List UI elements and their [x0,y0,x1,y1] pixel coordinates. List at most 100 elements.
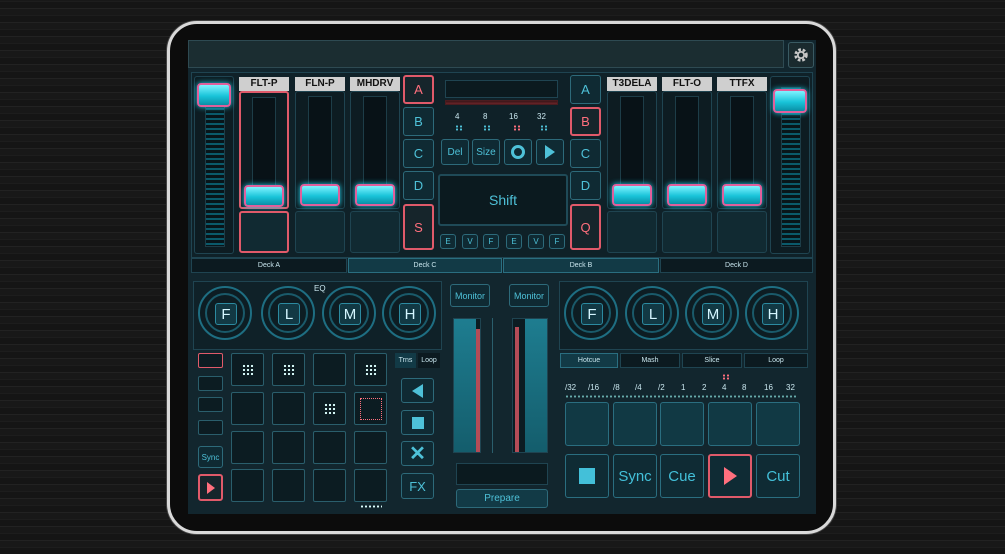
hotcue-pad-3[interactable] [660,402,704,446]
efv-button-1[interactable]: E [440,234,456,249]
prepare-button[interactable]: Prepare [456,489,548,508]
close-button[interactable]: ✕ [401,441,434,466]
beat-div-7[interactable]: 2 [702,383,706,392]
efv-button-3[interactable]: F [483,234,499,249]
sync-button[interactable]: Sync [613,454,657,498]
fx-fader-1[interactable] [239,91,289,209]
tab-deck-d[interactable]: Deck D [660,258,813,273]
pad-r1-c3[interactable] [313,353,346,386]
deck-left-d-button[interactable]: D [403,171,434,200]
fx-fader-5[interactable] [662,91,712,209]
small-pad-2[interactable] [198,376,223,391]
fx-button-4[interactable] [607,211,657,253]
pad-r1-c1[interactable] [231,353,264,386]
fx-button-1[interactable] [239,211,289,253]
fx-fader-2[interactable] [295,91,345,209]
record-button[interactable] [504,139,532,165]
fx-knob-5[interactable] [667,184,707,206]
deck-right-a-button[interactable]: A [570,75,601,104]
loop-size-16[interactable]: 16 [509,112,518,121]
knob-left-h[interactable]: H [382,286,436,340]
tab-deck-b[interactable]: Deck B [503,258,659,273]
knob-right-m[interactable]: M [685,286,739,340]
beat-div-4[interactable]: /4 [635,383,642,392]
beat-div-9[interactable]: 8 [742,383,746,392]
deck-left-b-button[interactable]: B [403,107,434,136]
knob-right-h[interactable]: H [745,286,799,340]
deck-right-b-button[interactable]: B [570,107,601,136]
beat-div-6[interactable]: 1 [681,383,685,392]
monitor-button-left[interactable]: Monitor [450,284,490,307]
fx-knob-4[interactable] [612,184,652,206]
monitor-button-right[interactable]: Monitor [509,284,549,307]
play-small-button[interactable] [198,474,223,501]
pad-r3-c4[interactable] [354,431,387,464]
beat-div-5[interactable]: /2 [658,383,665,392]
settings-button[interactable] [788,42,814,68]
fx-button[interactable]: FX [401,473,434,499]
pad-r3-c2[interactable] [272,431,305,464]
pad-r4-c4[interactable] [354,469,387,502]
hotcue-pad-4[interactable] [708,402,752,446]
volume-knob-right[interactable] [773,89,807,113]
deck-left-c-button[interactable]: C [403,139,434,168]
pad-r1-c2[interactable] [272,353,305,386]
efv-button-4[interactable]: E [506,234,522,249]
tab-slice[interactable]: Slice [682,353,742,368]
hotcue-pad-5[interactable] [756,402,800,446]
pad-r2-c4[interactable] [354,392,387,425]
beat-div-8[interactable]: 4 [722,383,726,392]
rewind-button[interactable] [401,378,434,403]
fx-fader-6[interactable] [717,91,767,209]
pad-r1-c4[interactable] [354,353,387,386]
fx-button-2[interactable] [295,211,345,253]
tab-loop-left[interactable]: Loop [418,353,440,368]
knob-right-f[interactable]: F [564,286,618,340]
deck-right-q-button[interactable]: Q [570,204,601,250]
pad-r4-c3[interactable] [313,469,346,502]
fx-button-5[interactable] [662,211,712,253]
loop-size-8[interactable]: 8 [483,112,487,121]
pad-r3-c3[interactable] [313,431,346,464]
deck-b-volume-fader[interactable] [770,76,810,254]
sync-small-button[interactable]: Sync [198,446,223,468]
beat-div-11[interactable]: 32 [786,383,795,392]
channel-meter-left[interactable] [453,318,481,453]
size-button[interactable]: Size [472,139,500,165]
deck-right-c-button[interactable]: C [570,139,601,168]
deck-left-a-button[interactable]: A [403,75,434,104]
beat-div-3[interactable]: /8 [613,383,620,392]
tab-loop-right[interactable]: Loop [744,353,808,368]
efv-button-6[interactable]: F [549,234,565,249]
fx-fader-3[interactable] [350,91,400,209]
tab-mash[interactable]: Mash [620,353,680,368]
pad-r4-c1[interactable] [231,469,264,502]
pad-r2-c1[interactable] [231,392,264,425]
knob-left-f[interactable]: F [198,286,252,340]
beat-div-2[interactable]: /16 [588,383,599,392]
fx-knob-1[interactable] [244,185,284,207]
pad-r4-c2[interactable] [272,469,305,502]
pad-r2-c2[interactable] [272,392,305,425]
tab-deck-a[interactable]: Deck A [191,258,347,273]
knob-left-m[interactable]: M [322,286,376,340]
hotcue-pad-2[interactable] [613,402,657,446]
small-pad-3[interactable] [198,397,223,412]
fx-knob-2[interactable] [300,184,340,206]
loop-size-32[interactable]: 32 [537,112,546,121]
crossfader-area[interactable] [456,463,548,485]
stop-button[interactable] [565,454,609,498]
beat-div-1[interactable]: /32 [565,383,576,392]
channel-meter-right[interactable] [512,318,548,453]
stop-button-left[interactable] [401,410,434,435]
deck-right-d-button[interactable]: D [570,171,601,200]
tab-trns[interactable]: Trns [395,353,416,368]
fx-button-3[interactable] [350,211,400,253]
beat-div-10[interactable]: 16 [764,383,773,392]
tab-hotcue[interactable]: Hotcue [560,353,618,368]
play-button[interactable] [708,454,752,498]
cue-button[interactable]: Cue [660,454,704,498]
shift-button[interactable]: Shift [438,174,568,226]
fx-fader-4[interactable] [607,91,657,209]
deck-left-s-button[interactable]: S [403,204,434,250]
